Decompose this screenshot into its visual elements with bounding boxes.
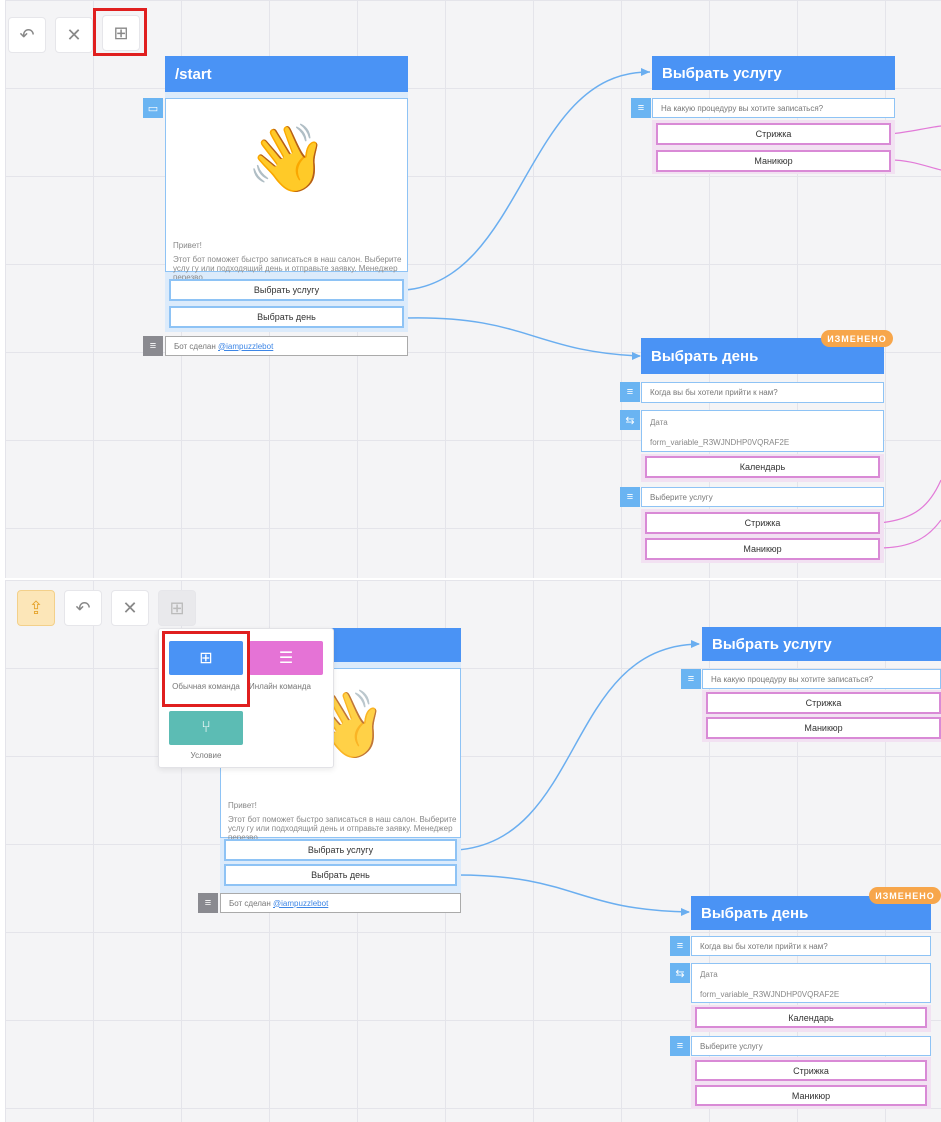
- text-icon: ≡: [681, 669, 701, 689]
- service-button-manicure[interactable]: Маникюр: [656, 150, 891, 172]
- service-node-title: Выбрать услугу: [662, 64, 782, 82]
- greeting-title: Привет!: [173, 241, 202, 250]
- day-button-haircut[interactable]: Стрижка: [695, 1060, 927, 1081]
- link-arrow-day: [681, 908, 690, 916]
- start-button-service[interactable]: Выбрать услугу: [169, 279, 404, 301]
- undo-button[interactable]: ↶: [8, 17, 46, 53]
- service-node-title: Выбрать услугу: [712, 635, 832, 653]
- flow-canvas-top[interactable]: ↶ ✕ ⊞ /start ▭ 👋 Привет! Этот бот поможе…: [5, 0, 941, 578]
- upload-button[interactable]: ⇪: [17, 590, 55, 626]
- text-icon: ≡: [670, 1036, 690, 1056]
- text-icon: ≡: [198, 893, 218, 913]
- link-out-3: [877, 479, 941, 524]
- link-out-2: [889, 159, 941, 171]
- footer-link[interactable]: @iampuzzlebot: [218, 342, 273, 351]
- greeting-body: Этот бот поможет быстро записаться в наш…: [228, 815, 457, 842]
- service-node-header[interactable]: Выбрать услугу: [652, 56, 895, 90]
- greeting-title: Привет!: [228, 801, 257, 810]
- footer-message[interactable]: Бот сделан @iampuzzlebot: [220, 893, 461, 913]
- day-service-question[interactable]: Выберите услугу: [641, 487, 884, 507]
- calendar-button[interactable]: Календарь: [695, 1007, 927, 1028]
- flow-canvas-bottom[interactable]: ⇪ ↶ ✕ ⊞ 👋 Привет! Этот бот поможет быстр…: [5, 580, 941, 1122]
- text-icon: ≡: [631, 98, 651, 118]
- date-input-card[interactable]: Дата form_variable_R3WJNDHP0VQRAF2E: [691, 963, 931, 1003]
- add-block-button[interactable]: ⊞: [158, 590, 196, 626]
- text-icon: ≡: [620, 487, 640, 507]
- link-to-day: [404, 317, 641, 357]
- branch-icon: ⑂: [201, 719, 211, 736]
- link-arrow-service: [641, 68, 650, 76]
- input-icon: ⇆: [620, 410, 640, 430]
- text-icon: ≡: [620, 382, 640, 402]
- greeting-body: Этот бот поможет быстро записаться в наш…: [173, 255, 402, 282]
- link-arrow-service: [691, 640, 700, 648]
- service-question[interactable]: На какую процедуру вы хотите записаться?: [652, 98, 895, 118]
- input-icon: ⇆: [670, 963, 690, 983]
- inline-command-label: Инлайн команда: [249, 682, 311, 691]
- start-button-service[interactable]: Выбрать услугу: [224, 839, 457, 861]
- condition-tile[interactable]: ⑂: [169, 711, 243, 745]
- date-variable: form_variable_R3WJNDHP0VQRAF2E: [700, 990, 840, 999]
- undo-icon: ↶: [75, 597, 91, 618]
- calendar-button[interactable]: Календарь: [645, 456, 880, 478]
- day-button-manicure[interactable]: Маникюр: [695, 1085, 927, 1106]
- date-variable: form_variable_R3WJNDHP0VQRAF2E: [650, 438, 790, 447]
- date-input-label: Дата: [700, 970, 718, 979]
- day-button-haircut[interactable]: Стрижка: [645, 512, 880, 534]
- link-to-day: [456, 874, 690, 913]
- day-question[interactable]: Когда вы бы хотели прийти к нам?: [641, 382, 884, 403]
- changed-badge: ИЗМЕНЕНО: [869, 887, 941, 904]
- upload-icon: ⇪: [28, 597, 44, 618]
- changed-badge: ИЗМЕНЕНО: [821, 330, 893, 347]
- close-button[interactable]: ✕: [111, 590, 149, 626]
- link-out-4: [877, 519, 941, 549]
- close-icon: ✕: [122, 597, 138, 618]
- day-node-title: Выбрать день: [701, 904, 809, 922]
- start-button-day[interactable]: Выбрать день: [224, 864, 457, 886]
- undo-button[interactable]: ↶: [64, 590, 102, 626]
- condition-label: Условие: [190, 751, 222, 760]
- day-service-question[interactable]: Выберите услугу: [691, 1036, 931, 1056]
- service-button-haircut[interactable]: Стрижка: [706, 692, 941, 714]
- day-question[interactable]: Когда вы бы хотели прийти к нам?: [691, 936, 931, 956]
- date-input-label: Дата: [650, 418, 668, 427]
- waving-hand-icon: 👋: [246, 121, 329, 195]
- close-icon: ✕: [66, 24, 82, 45]
- start-node-title: /start: [175, 65, 212, 83]
- text-icon: ≡: [670, 936, 690, 956]
- inline-command-tile[interactable]: ☰: [249, 641, 323, 675]
- date-input-card[interactable]: Дата form_variable_R3WJNDHP0VQRAF2E: [641, 410, 884, 452]
- service-node-header[interactable]: Выбрать услугу: [702, 627, 941, 661]
- start-message-card[interactable]: 👋 Привет! Этот бот поможет быстро записа…: [165, 98, 408, 282]
- highlight-box: [162, 631, 250, 707]
- service-question[interactable]: На какую процедуру вы хотите записаться?: [702, 669, 941, 689]
- link-arrow-day: [632, 352, 641, 360]
- service-button-haircut[interactable]: Стрижка: [656, 123, 891, 145]
- link-to-service: [404, 71, 651, 291]
- start-node-header[interactable]: /start: [165, 56, 408, 92]
- footer-link[interactable]: @iampuzzlebot: [273, 899, 328, 908]
- day-button-manicure[interactable]: Маникюр: [645, 538, 880, 560]
- service-button-manicure[interactable]: Маникюр: [706, 717, 941, 739]
- close-button[interactable]: ✕: [55, 17, 93, 53]
- day-node-title: Выбрать день: [651, 347, 759, 365]
- link-to-service: [456, 643, 700, 851]
- start-button-day[interactable]: Выбрать день: [169, 306, 404, 328]
- footer-message[interactable]: Бот сделан @iampuzzlebot: [165, 336, 408, 356]
- link-out-1: [889, 125, 941, 135]
- highlight-box: [93, 8, 147, 56]
- text-icon: ≡: [143, 336, 163, 356]
- add-block-icon: ⊞: [169, 597, 185, 618]
- undo-icon: ↶: [19, 24, 35, 45]
- inline-command-icon: ☰: [278, 650, 294, 667]
- image-icon: ▭: [143, 98, 163, 118]
